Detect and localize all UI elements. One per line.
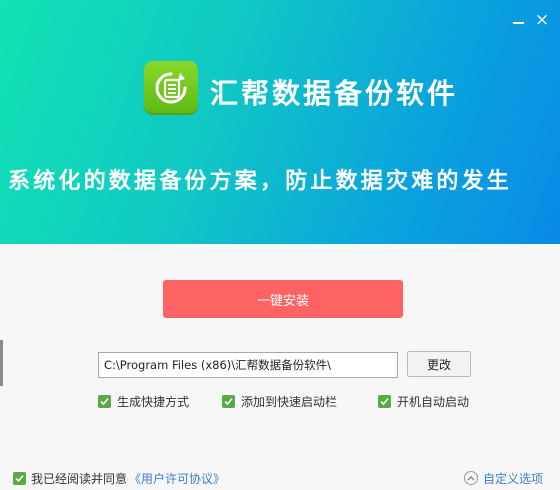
option-quick-launch[interactable]: 添加到快速启动栏 xyxy=(222,393,337,409)
option-label: 开机自动启动 xyxy=(397,394,470,409)
close-button[interactable]: × xyxy=(532,10,552,30)
checkbox-checked-icon[interactable] xyxy=(378,394,391,408)
close-icon: × xyxy=(534,10,550,30)
minimize-button[interactable] xyxy=(508,10,528,30)
slogan: 系统化的数据备份方案，防止数据灾难的发生 xyxy=(8,169,513,194)
license-agreement: 我已经阅读并同意 《用户许可协议》 xyxy=(13,470,225,486)
minimize-icon xyxy=(512,22,524,24)
scroll-edge-marker xyxy=(0,340,3,386)
custom-options-label: 自定义选项 xyxy=(483,471,544,486)
option-auto-start[interactable]: 开机自动启动 xyxy=(378,393,469,409)
checkbox-checked-icon[interactable] xyxy=(98,394,111,408)
change-path-button[interactable]: 更改 xyxy=(407,351,471,377)
option-create-shortcut[interactable]: 生成快捷方式 xyxy=(98,393,189,409)
app-logo xyxy=(144,61,198,115)
agree-checkbox[interactable] xyxy=(13,471,26,485)
backup-list-icon xyxy=(155,72,187,104)
agree-text: 我已经阅读并同意 xyxy=(31,471,128,486)
header-banner: × 汇帮数据备份软件 系统化的数据备份方案，防止数据灾难的发生 xyxy=(0,0,560,244)
install-button[interactable]: 一键安装 xyxy=(163,280,403,318)
app-title: 汇帮数据备份软件 xyxy=(210,77,459,110)
license-link[interactable]: 《用户许可协议》 xyxy=(129,470,225,487)
custom-options-toggle[interactable]: 自定义选项 xyxy=(464,470,543,486)
install-path-input[interactable] xyxy=(98,352,398,378)
checkbox-checked-icon[interactable] xyxy=(222,394,235,408)
chevron-up-icon xyxy=(464,471,478,485)
option-label: 生成快捷方式 xyxy=(117,394,190,409)
option-label: 添加到快速启动栏 xyxy=(241,394,338,409)
